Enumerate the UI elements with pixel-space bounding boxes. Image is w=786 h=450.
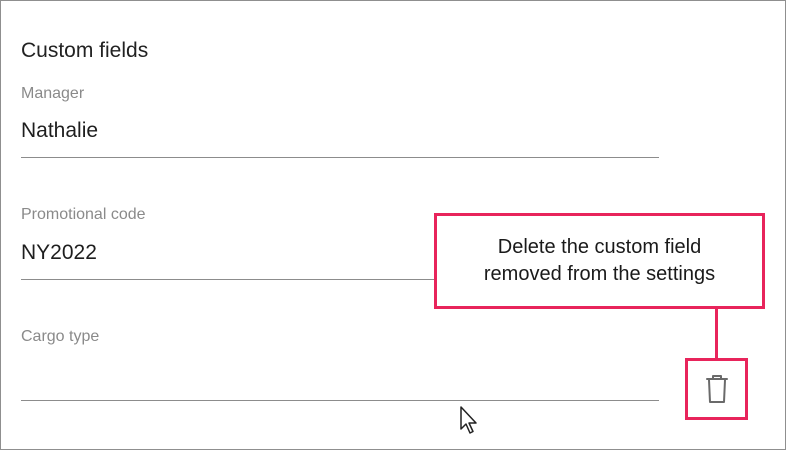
mouse-cursor-icon bbox=[459, 405, 481, 437]
promotional-code-label: Promotional code bbox=[21, 206, 146, 223]
manager-input[interactable] bbox=[21, 119, 621, 143]
manager-underline bbox=[21, 157, 659, 158]
delete-custom-field-button[interactable] bbox=[685, 358, 748, 420]
custom-fields-panel: Custom fields Manager Promotional code C… bbox=[0, 0, 786, 450]
manager-field[interactable]: Manager bbox=[21, 85, 659, 159]
cargo-type-underline bbox=[21, 400, 659, 401]
manager-label: Manager bbox=[21, 85, 85, 102]
promotional-code-input[interactable] bbox=[21, 241, 421, 265]
annotation-callout: Delete the custom field removed from the… bbox=[434, 213, 765, 309]
section-title: Custom fields bbox=[21, 39, 149, 62]
callout-line-2: removed from the settings bbox=[483, 263, 716, 285]
callout-connector bbox=[715, 309, 718, 359]
cargo-type-label: Cargo type bbox=[21, 328, 100, 345]
cargo-type-field[interactable]: Cargo type bbox=[21, 328, 659, 403]
callout-line-1: Delete the custom field bbox=[497, 236, 702, 258]
callout-text: Delete the custom field removed from the… bbox=[484, 234, 715, 288]
trash-icon bbox=[705, 374, 729, 404]
cargo-type-input[interactable] bbox=[21, 364, 621, 388]
